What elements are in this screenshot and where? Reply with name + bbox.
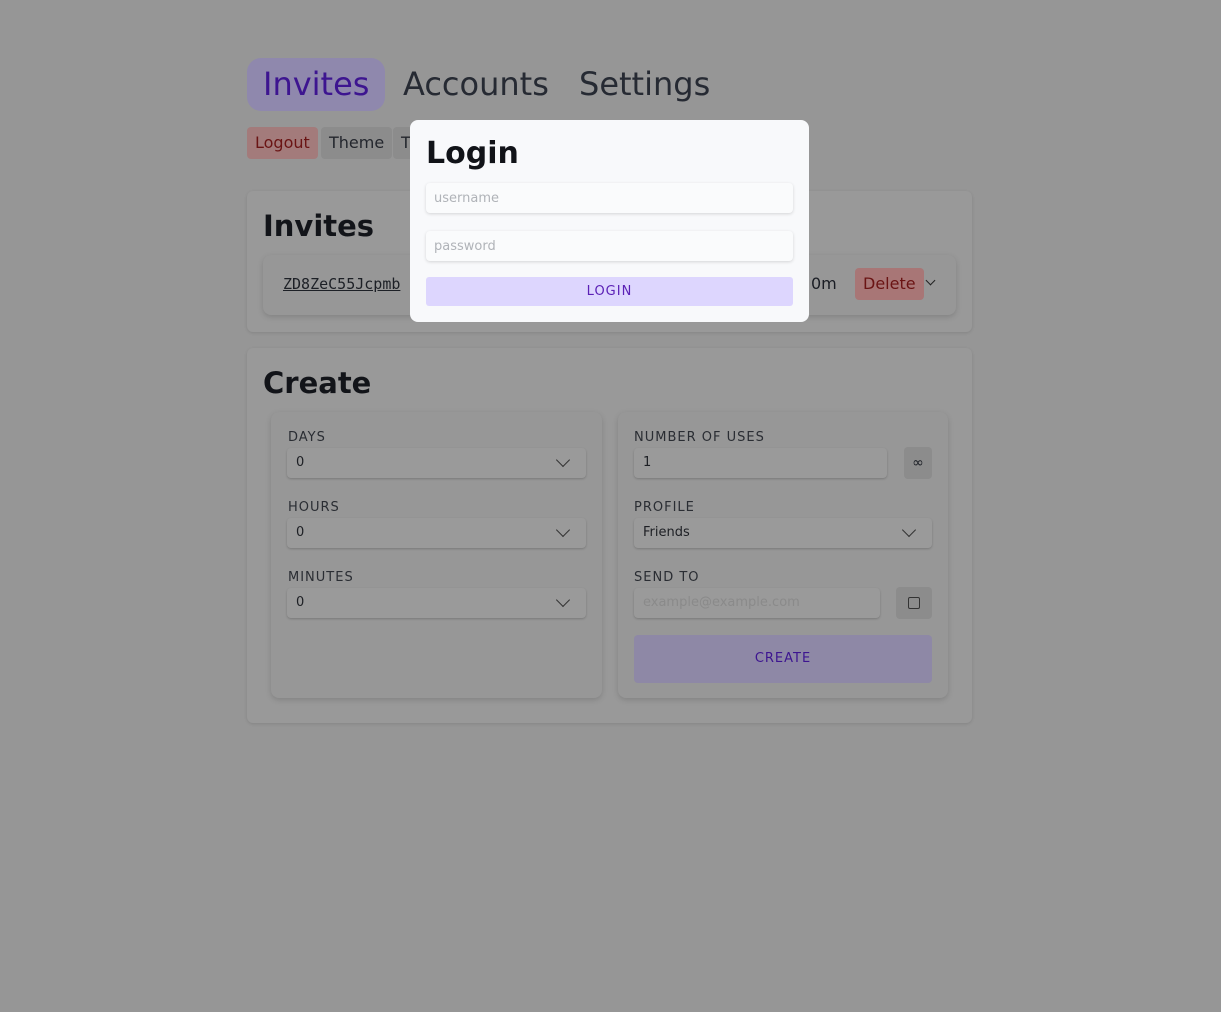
tab-settings[interactable]: Settings	[563, 58, 726, 111]
create-title: Create	[263, 366, 372, 400]
uses-input[interactable]: 1	[634, 448, 887, 478]
chevron-down-icon	[555, 522, 571, 538]
login-button[interactable]: LOGIN	[426, 277, 793, 306]
minutes-value: 0	[296, 595, 305, 610]
options-panel: NUMBER OF USES 1 ∞ PROFILE Friends SEND …	[618, 412, 948, 698]
send-to-toggle[interactable]	[896, 587, 932, 619]
infinite-uses-button[interactable]: ∞	[904, 447, 932, 479]
logout-button[interactable]: Logout	[247, 127, 318, 159]
invite-code-link[interactable]: ZD8ZeC55Jcpmb	[283, 275, 400, 293]
delete-button[interactable]: Delete	[855, 268, 924, 300]
hours-label: HOURS	[288, 500, 340, 515]
username-input[interactable]	[426, 183, 793, 213]
profile-select[interactable]: Friends	[634, 518, 932, 548]
checkbox[interactable]	[908, 597, 920, 609]
days-value: 0	[296, 455, 305, 470]
invites-title: Invites	[263, 209, 375, 243]
minutes-label: MINUTES	[288, 570, 354, 585]
create-card: Create DAYS 0 HOURS 0 MINUTES 0 NUMBER O…	[247, 348, 972, 723]
create-button[interactable]: CREATE	[634, 635, 932, 683]
tab-invites[interactable]: Invites	[247, 58, 386, 111]
profile-value: Friends	[643, 525, 690, 540]
minutes-select[interactable]: 0	[287, 588, 586, 618]
uses-label: NUMBER OF USES	[634, 430, 765, 445]
chevron-down-icon	[555, 452, 571, 468]
send-to-label: SEND TO	[634, 570, 700, 585]
send-to-placeholder: example@example.com	[643, 595, 800, 610]
login-title: Login	[426, 136, 519, 171]
theme-button[interactable]: Theme	[321, 127, 393, 159]
duration-panel: DAYS 0 HOURS 0 MINUTES 0	[271, 412, 602, 698]
hours-value: 0	[296, 525, 305, 540]
chevron-down-icon	[555, 592, 571, 608]
tab-accounts[interactable]: Accounts	[387, 58, 565, 111]
days-label: DAYS	[288, 430, 326, 445]
hours-select[interactable]: 0	[287, 518, 586, 548]
uses-value: 1	[643, 455, 652, 470]
password-input[interactable]	[426, 231, 793, 261]
days-select[interactable]: 0	[287, 448, 586, 478]
login-modal: Login LOGIN	[410, 120, 809, 322]
profile-label: PROFILE	[634, 500, 695, 515]
send-to-input[interactable]: example@example.com	[634, 588, 880, 618]
chevron-down-icon[interactable]	[925, 275, 936, 286]
invite-expiry: 0m	[811, 274, 837, 293]
chevron-down-icon	[901, 522, 917, 538]
